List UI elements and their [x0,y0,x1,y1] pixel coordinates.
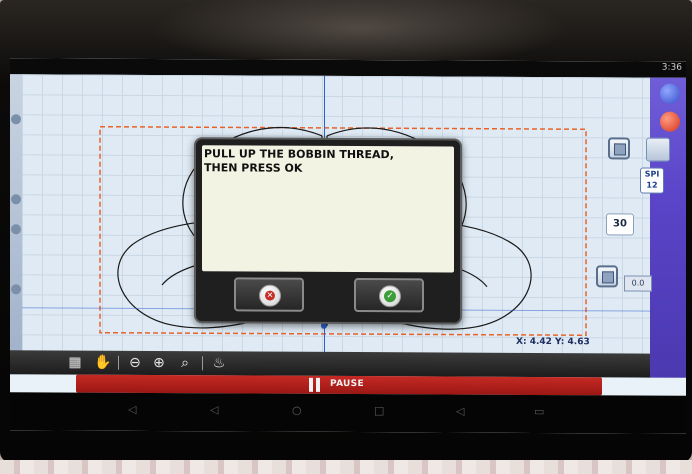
left-rail-icon[interactable] [11,224,21,235]
y-label: Y: [555,337,565,348]
dialog-message: PULL UP THE BOBBIN THREAD, THEN PRESS OK [204,147,394,175]
blue-status-light[interactable] [660,83,680,104]
screenshot-icon[interactable]: ▭ [534,405,544,418]
recents-icon[interactable]: □ [374,404,384,417]
android-nav-bar: ◁ ◁ ○ □ ◁ ▭ [10,392,686,434]
dialog-message-panel: PULL UP THE BOBBIN THREAD, THEN PRESS OK [202,145,454,273]
tablet-screen: 3:36 X: 4.42 Y: 4.63 30 SPI 12 0.0 ▦ ✋ ⊖… [10,58,686,434]
x-value: 4.42 [529,336,552,348]
cancel-x-icon: ✕ [265,290,275,301]
needle-icon[interactable] [646,137,670,162]
left-rail [10,74,22,375]
bobbin-thread-dialog: PULL UP THE BOBBIN THREAD, THEN PRESS OK… [194,137,462,325]
spi-indicator[interactable]: SPI 12 [640,167,664,194]
fabric-background [0,460,692,474]
toolbar-divider [202,356,203,371]
arrow-up-icon [614,143,626,156]
speed-value: 30 [606,213,634,236]
volume-down-icon[interactable]: ◁ [128,403,136,416]
grid-icon[interactable]: ▦ [66,354,84,372]
speed-down-button[interactable] [596,265,618,288]
zoom-in-icon[interactable]: ⊕ [150,354,168,372]
ok-button[interactable]: ✓ [354,278,424,313]
home-icon[interactable]: ○ [292,404,302,417]
arrow-down-icon [602,271,614,284]
pause-icon [308,377,322,392]
left-rail-icon[interactable] [11,114,21,125]
zoom-out-icon[interactable]: ⊖ [126,354,144,372]
ok-icon-wrapper: ✓ [379,285,401,308]
spi-value: 12 [646,180,658,190]
red-stop-button[interactable] [660,111,680,132]
y-value: 4.63 [567,337,590,348]
speed-up-button[interactable] [608,137,630,160]
spi-label: SPI [644,169,660,179]
coordinate-readout: X: 4.42 Y: 4.63 [516,337,590,347]
volume-up-icon[interactable]: ◁ [456,405,464,418]
speed-controls: 30 [596,131,650,351]
check-icon: ✓ [384,290,396,303]
status-time: 3:36 [661,62,682,73]
left-rail-icon[interactable] [11,284,21,295]
cancel-icon-wrapper: ✕ [259,284,281,307]
cancel-button[interactable]: ✕ [234,277,304,312]
fire-icon[interactable]: ♨ [210,354,228,372]
toolbar-divider [118,355,119,370]
pause-label: PAUSE [330,378,364,390]
offset-value: 0.0 [624,275,652,292]
hand-icon[interactable]: ✋ [94,354,112,372]
x-label: X: [516,336,527,347]
back-icon[interactable]: ◁ [210,403,218,416]
zoom-fit-icon[interactable]: ⌕ [176,354,194,372]
left-rail-icon[interactable] [11,194,21,205]
bottom-toolbar: ▦ ✋ ⊖ ⊕ ⌕ ♨ [10,350,650,378]
